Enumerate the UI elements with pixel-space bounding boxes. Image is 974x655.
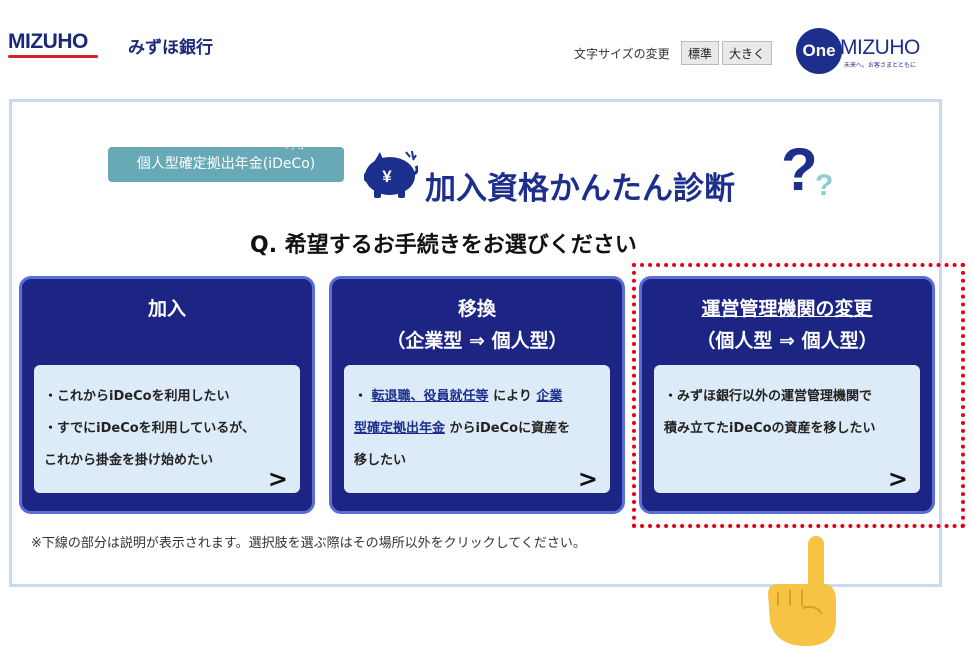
chevron-right-icon: > xyxy=(267,465,288,493)
font-size-standard-button[interactable]: 標準 xyxy=(681,41,720,65)
card-text-mid: により xyxy=(488,389,537,404)
ideco-pill: 個人型確定拠出年金(iDeCo) xyxy=(108,147,344,182)
card-line: ・すでにiDeCoを利用しているが、 xyxy=(44,421,256,436)
card-description: ・これからiDeCoを利用したい ・すでにiDeCoを利用しているが、 これから… xyxy=(44,381,292,477)
mizuho-logo[interactable]: MIZUHO xyxy=(8,30,88,54)
question-heading: Q. 希望するお手続きをお選びください xyxy=(250,233,637,258)
job-change-link[interactable]: 転退職、役員就任等 xyxy=(372,389,489,404)
ideco-ruby: イデコ xyxy=(283,143,304,151)
option-card-enroll[interactable]: 加入 ・これからiDeCoを利用したい ・すでにiDeCoを利用しているが、 こ… xyxy=(19,276,315,514)
card-title: 加入 xyxy=(22,293,312,325)
card-line: ・ 転退職、役員就任等 により 企業 xyxy=(354,381,602,413)
corporate-dc-link-part2[interactable]: 型確定拠出年金 xyxy=(354,421,445,436)
svg-text:¥: ¥ xyxy=(382,167,392,186)
chevron-right-icon: > xyxy=(577,465,598,493)
card-description-box: ・ 転退職、役員就任等 により 企業 型確定拠出年金 からiDeCoに資産を 移… xyxy=(344,365,610,493)
card-title-line1: 移換 xyxy=(457,298,496,320)
bullet: ・ xyxy=(354,389,372,404)
footnote: ※下線の部分は説明が表示されます。選択肢を選ぶ際はその場所以外をクリックしてくだ… xyxy=(31,536,586,551)
font-size-large-button[interactable]: 大きく xyxy=(722,41,773,65)
card-title: 移換 （企業型 ⇒ 個人型） xyxy=(332,293,622,357)
option-card-transfer[interactable]: 移換 （企業型 ⇒ 個人型） ・ 転退職、役員就任等 により 企業 型確定拠出年… xyxy=(329,276,625,514)
one-logo-tagline: 未来へ。お客さまとともに xyxy=(844,62,917,69)
card-text-end: からiDeCoに資産を xyxy=(445,421,571,436)
question-mark-large-icon: ? xyxy=(781,136,818,203)
mizuho-logo-swoosh xyxy=(8,55,98,58)
card-line: 型確定拠出年金 からiDeCoに資産を xyxy=(354,413,602,445)
diagnosis-title: 加入資格かんたん診断 xyxy=(425,171,735,207)
card-description-box: ・これからiDeCoを利用したい ・すでにiDeCoを利用しているが、 これから… xyxy=(34,365,300,493)
card-title-line2: （企業型 ⇒ 個人型） xyxy=(386,330,568,352)
card-line: 移したい xyxy=(354,453,407,468)
bank-name: みずほ銀行 xyxy=(128,38,213,58)
card-line: これから掛金を掛け始めたい xyxy=(44,453,214,468)
card-title-line1: 加入 xyxy=(147,298,186,320)
question-mark-small-icon: ? xyxy=(815,169,834,202)
one-logo-word: MIZUHO xyxy=(840,36,920,59)
card-line: ・これからiDeCoを利用したい xyxy=(44,389,230,404)
card-description: ・ 転退職、役員就任等 により 企業 型確定拠出年金 からiDeCoに資産を 移… xyxy=(354,381,602,477)
font-size-label: 文字サイズの変更 xyxy=(574,47,670,61)
one-mizuho-logo[interactable]: One MIZUHO 未来へ。お客さまとともに xyxy=(796,28,926,74)
selection-highlight xyxy=(632,263,965,528)
corporate-dc-link-part1[interactable]: 企業 xyxy=(536,389,562,404)
one-logo-circle: One xyxy=(796,28,842,74)
piggy-bank-icon: ¥ xyxy=(364,150,418,198)
pointing-hand-icon xyxy=(768,536,836,646)
